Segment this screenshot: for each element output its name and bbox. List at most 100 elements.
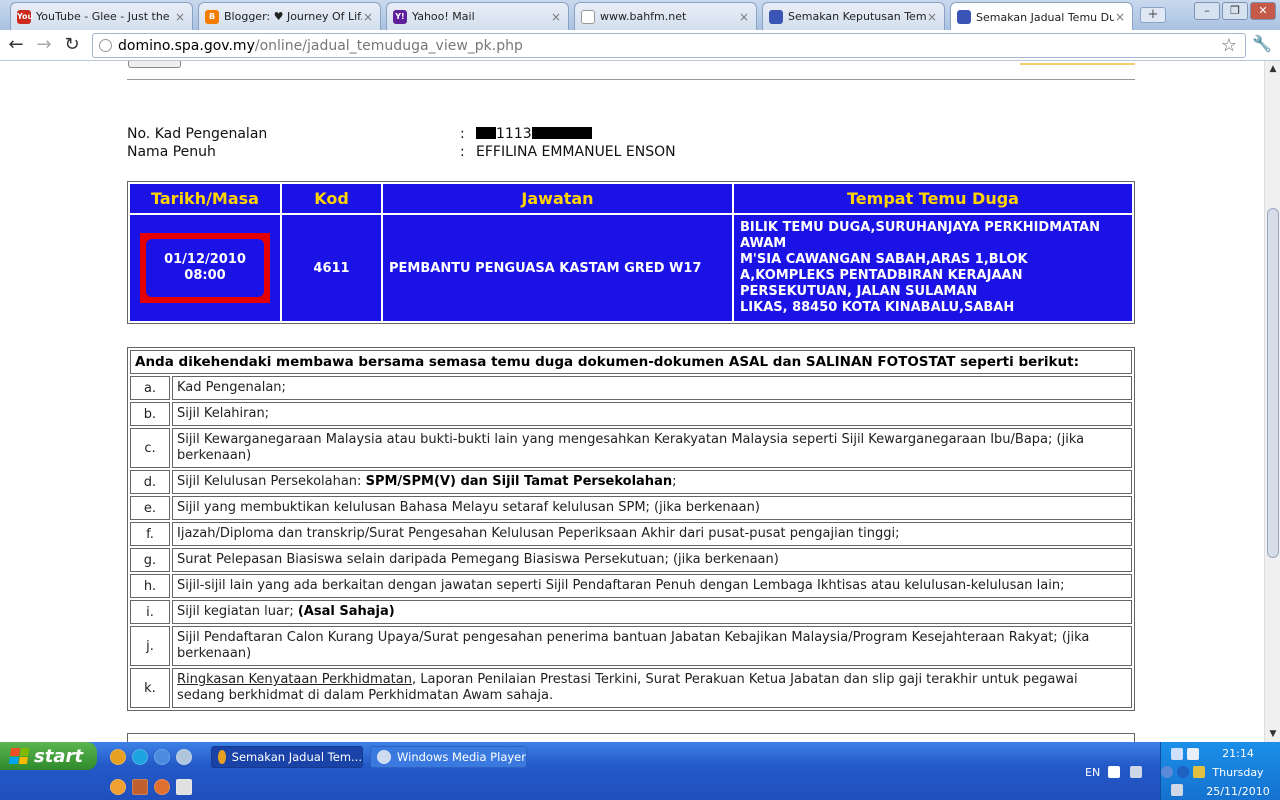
document-bold-text: SPM/SPM(V) dan Sijil Tamat Persekolahan bbox=[365, 474, 673, 489]
browser-tab[interactable]: Semakan Jadual Temu Duga× bbox=[950, 2, 1133, 31]
reload-icon[interactable]: ↻ bbox=[60, 34, 84, 56]
firefox-quicklaunch-icon[interactable] bbox=[154, 779, 170, 795]
tab-close-icon[interactable]: × bbox=[362, 10, 374, 24]
browser-tab[interactable]: B Blogger: ♥ Journey Of Lif... × bbox=[198, 2, 381, 30]
interview-time: 08:00 bbox=[184, 268, 226, 283]
start-label: start bbox=[34, 745, 83, 767]
taskbar: start Semakan Jadual Tem... Windows Medi… bbox=[0, 742, 1280, 800]
redaction-bar bbox=[476, 127, 496, 139]
tray-x-icon[interactable] bbox=[1187, 748, 1199, 760]
task-chrome[interactable]: Semakan Jadual Tem... bbox=[211, 746, 363, 768]
tab-close-icon[interactable]: × bbox=[174, 10, 186, 24]
browser-tab[interactable]: Semakan Keputusan Tem... × bbox=[762, 2, 945, 30]
media-quicklaunch-icon[interactable] bbox=[176, 749, 192, 765]
documents-table: Anda dikehendaki membawa bersama semasa … bbox=[127, 347, 1135, 711]
document-row: c. Sijil Kewarganegaraan Malaysia atau bu… bbox=[130, 428, 1132, 468]
document-row: a. Kad Pengenalan; bbox=[130, 376, 1132, 400]
document-letter: b. bbox=[130, 402, 170, 426]
wifi-icon[interactable] bbox=[1193, 766, 1205, 778]
cell-jawatan: PEMBANTU PENGUASA KASTAM GRED W17 bbox=[383, 215, 732, 321]
pen-icon[interactable] bbox=[1130, 766, 1142, 778]
minimize-icon[interactable]: – bbox=[1194, 2, 1220, 20]
tab-title: Blogger: ♥ Journey Of Lif... bbox=[224, 10, 362, 23]
tab-close-icon[interactable]: × bbox=[926, 10, 938, 24]
colon: : bbox=[460, 126, 465, 142]
colon: : bbox=[460, 144, 465, 160]
tab-strip: You YouTube - Glee - Just the ... × B Blogge… bbox=[0, 0, 1280, 31]
page-icon bbox=[99, 39, 112, 52]
document-row: h. Sijil-sijil lain yang ada berkaitan de… bbox=[130, 574, 1132, 598]
chrome-quicklaunch-icon[interactable] bbox=[110, 749, 126, 765]
tab-close-icon[interactable]: × bbox=[550, 10, 562, 24]
scroll-down-icon[interactable]: ▼ bbox=[1265, 726, 1280, 742]
document-letter: e. bbox=[130, 496, 170, 520]
document-letter: k. bbox=[130, 668, 170, 708]
document-row: k. Ringkasan Kenyataan Perkhidmatan, Lapo… bbox=[130, 668, 1132, 708]
bluetooth-icon[interactable] bbox=[1177, 766, 1189, 778]
scroll-up-icon[interactable]: ▲ bbox=[1265, 61, 1280, 77]
document-text: Sijil Pendaftaran Calon Kurang Upaya/Sur… bbox=[172, 626, 1132, 666]
next-table-edge bbox=[127, 733, 1135, 742]
close-window-icon[interactable]: ✕ bbox=[1250, 2, 1276, 20]
header-jawatan: Jawatan bbox=[383, 184, 732, 213]
document-letter: c. bbox=[130, 428, 170, 468]
partial-button[interactable] bbox=[128, 61, 181, 68]
document-text: Sijil-sijil lain yang ada berkaitan deng… bbox=[172, 574, 1132, 598]
document-row: i. Sijil kegiatan luar; (Asal Sahaja) bbox=[130, 600, 1132, 624]
tab-close-icon[interactable]: × bbox=[1114, 10, 1126, 24]
ic-number: 1113 bbox=[496, 126, 532, 142]
datetime-highlight: 01/12/2010 08:00 bbox=[140, 233, 270, 303]
document-letter: g. bbox=[130, 548, 170, 572]
ic-label: No. Kad Pengenalan bbox=[127, 126, 268, 142]
window-controls: – ❐ ✕ bbox=[1194, 2, 1276, 20]
page-viewport: No. Kad Pengenalan : 1113 Nama Penuh : E… bbox=[0, 61, 1264, 742]
forward-arrow-icon[interactable]: → bbox=[32, 34, 56, 56]
back-arrow-icon[interactable]: ← bbox=[4, 34, 28, 56]
skype-quicklaunch-icon[interactable] bbox=[132, 749, 148, 765]
document-text: Sijil kegiatan luar; (Asal Sahaja) bbox=[172, 600, 1132, 624]
scroll-thumb[interactable] bbox=[1267, 208, 1279, 558]
app-quicklaunch-icon[interactable] bbox=[154, 749, 170, 765]
tab-favicon-icon: You bbox=[17, 9, 33, 24]
messenger-quicklaunch-icon[interactable] bbox=[110, 779, 126, 795]
help-icon[interactable] bbox=[1108, 766, 1120, 778]
connection-icon[interactable] bbox=[1171, 784, 1183, 796]
task-label: Windows Media Player bbox=[397, 750, 526, 764]
desktop-quicklaunch-icon[interactable] bbox=[176, 779, 192, 795]
clock-time[interactable]: 21:14 bbox=[1206, 747, 1270, 760]
wrench-icon[interactable]: 🔧 bbox=[1252, 34, 1272, 53]
windows-logo-icon bbox=[8, 748, 30, 764]
tempat-line: LIKAS, 88450 KOTA KINABALU,SABAH bbox=[740, 300, 1015, 315]
tab-close-icon[interactable]: × bbox=[738, 10, 750, 24]
cell-datetime: 01/12/2010 08:00 bbox=[130, 215, 280, 321]
cell-kod: 4611 bbox=[282, 215, 381, 321]
header-kod: Kod bbox=[282, 184, 381, 213]
browser-tab[interactable]: You YouTube - Glee - Just the ... × bbox=[10, 2, 193, 30]
tab-title: www.bahfm.net bbox=[600, 10, 687, 23]
document-text: Sijil Kelulusan Persekolahan: SPM/SPM(V)… bbox=[172, 470, 1132, 494]
document-letter: i. bbox=[130, 600, 170, 624]
network-icon[interactable] bbox=[1171, 748, 1183, 760]
tab-title: YouTube - Glee - Just the ... bbox=[36, 10, 174, 23]
browser-tab[interactable]: Y! Yahoo! Mail × bbox=[386, 2, 569, 30]
document-text: Ringkasan Kenyataan Perkhidmatan, Lapora… bbox=[172, 668, 1132, 708]
document-text: Sijil yang membuktikan kelulusan Bahasa … bbox=[172, 496, 1132, 520]
language-indicator[interactable]: EN bbox=[1085, 766, 1100, 779]
browser-tab[interactable]: www.bahfm.net × bbox=[574, 2, 757, 30]
bookmark-star-icon[interactable]: ☆ bbox=[1221, 35, 1237, 56]
chevron-left-icon[interactable] bbox=[1161, 766, 1173, 778]
document-text: Sijil Kewarganegaraan Malaysia atau bukt… bbox=[172, 428, 1132, 468]
maximize-icon[interactable]: ❐ bbox=[1222, 2, 1248, 20]
task-media-player[interactable]: Windows Media Player bbox=[370, 746, 527, 768]
document-row: j. Sijil Pendaftaran Calon Kurang Upaya/S… bbox=[130, 626, 1132, 666]
address-bar[interactable]: domino.spa.gov.my /online/jadual_temudug… bbox=[92, 33, 1246, 58]
film-quicklaunch-icon[interactable] bbox=[132, 779, 148, 795]
document-row: g. Surat Pelepasan Biasiswa selain daripa… bbox=[130, 548, 1132, 572]
name-value: EFFILINA EMMANUEL ENSON bbox=[476, 144, 676, 160]
tempat-line: M'SIA CAWANGAN SABAH,ARAS 1,BLOK A,KOMPL… bbox=[740, 252, 1028, 299]
clock-date: 25/11/2010 bbox=[1206, 785, 1270, 798]
new-tab-button[interactable]: + bbox=[1140, 7, 1166, 23]
header-tempat: Tempat Temu Duga bbox=[734, 184, 1132, 213]
start-button[interactable]: start bbox=[0, 742, 97, 770]
vertical-scrollbar[interactable]: ▲ ▼ bbox=[1264, 61, 1280, 742]
